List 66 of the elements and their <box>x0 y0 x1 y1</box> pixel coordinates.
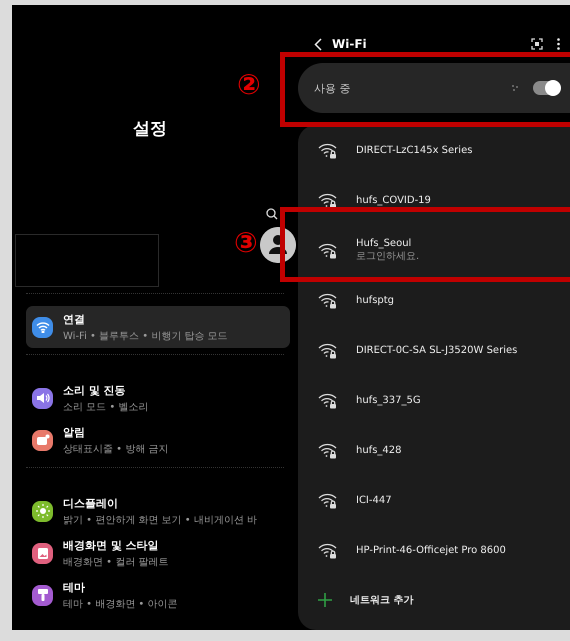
settings-menu-item[interactable]: 소리 및 진동 소리 모드 • 벨소리 <box>26 377 290 419</box>
network-name: DIRECT-0C-SA SL-J3520W Series <box>356 344 518 356</box>
item-subtitle: 배경화면 • 컬러 팔레트 <box>63 556 168 568</box>
brush-icon <box>36 588 48 602</box>
wifi-icon <box>36 321 50 333</box>
item-title: 배경화면 및 스타일 <box>63 538 160 552</box>
item-title: 소리 및 진동 <box>63 382 127 398</box>
wifi-lock-icon <box>318 342 338 358</box>
item-title: 디스플레이 <box>63 496 119 510</box>
page-title: 설정 <box>133 118 167 140</box>
network-item[interactable]: hufs_COVID-19 <box>298 175 570 225</box>
network-name: hufs_337_5G <box>356 394 421 406</box>
network-item[interactable]: DIRECT-LzC145x Series <box>298 125 570 175</box>
picture-icon <box>36 546 48 560</box>
dots-icon[interactable] <box>511 84 519 92</box>
item-title: 알림 <box>63 424 86 440</box>
wifi-lock-icon <box>318 242 338 258</box>
network-item[interactable]: HP-Print-46-Officejet Pro 8600 <box>298 525 570 575</box>
wifi-lock-icon <box>318 492 338 508</box>
item-subtitle: 상태표시줄 • 방해 금지 <box>63 442 168 456</box>
item-subtitle: 밝기 • 편안하게 화면 보기 • 내비게이션 바 <box>63 514 258 526</box>
network-name: HP-Print-46-Officejet Pro 8600 <box>356 544 506 556</box>
wifi-lock-icon <box>318 292 338 308</box>
wifi-lock-icon <box>318 442 338 458</box>
network-name: hufs_428 <box>356 444 402 456</box>
item-title: 테마 <box>63 580 86 594</box>
wifi-lock-icon <box>318 192 338 208</box>
network-name: hufsptg <box>356 294 394 306</box>
item-subtitle: 테마 • 배경화면 • 아이콘 <box>63 598 178 610</box>
network-item[interactable]: hufsptg <box>298 275 570 325</box>
back-icon[interactable] <box>314 38 322 50</box>
wifi-lock-icon <box>318 142 338 158</box>
search-icon[interactable] <box>266 208 278 220</box>
network-item[interactable]: Hufs_Seoul 로그인하세요. <box>298 225 570 275</box>
network-name: ICI-447 <box>356 494 392 506</box>
item-subtitle: Wi-Fi • 블루투스 • 비행기 탑승 모드 <box>63 330 228 342</box>
more-icon[interactable] <box>557 38 560 50</box>
network-name: DIRECT-LzC145x Series <box>356 144 472 156</box>
settings-menu-item[interactable]: 테마 테마 • 배경화면 • 아이콘 <box>26 574 290 616</box>
network-item[interactable]: ICI-447 <box>298 475 570 525</box>
wifi-status-label: 사용 중 <box>314 80 350 96</box>
speaker-icon <box>36 392 50 404</box>
wifi-switch[interactable] <box>533 81 560 95</box>
settings-menu-item[interactable]: 배경화면 및 스타일 배경화면 • 컬러 팔레트 <box>26 532 290 574</box>
wifi-lock-icon <box>318 392 338 408</box>
item-title: 연결 <box>63 312 86 326</box>
network-name: Hufs_Seoul <box>356 238 412 248</box>
item-subtitle: 소리 모드 • 벨소리 <box>63 400 148 414</box>
network-status: 로그인하세요. <box>356 250 420 262</box>
annotation-number: ③ <box>234 228 258 258</box>
wifi-lock-icon <box>318 542 338 558</box>
network-name: hufs_COVID-19 <box>356 194 431 206</box>
plus-icon <box>318 593 332 607</box>
network-item[interactable]: hufs_428 <box>298 425 570 475</box>
annotation-number: ② <box>237 70 261 100</box>
network-item[interactable]: DIRECT-0C-SA SL-J3520W Series <box>298 325 570 375</box>
notification-icon <box>36 434 50 446</box>
add-network-label: 네트워크 추가 <box>350 594 414 607</box>
sun-icon <box>36 504 50 518</box>
qr-scan-icon[interactable] <box>531 38 543 50</box>
settings-menu-item[interactable]: 디스플레이 밝기 • 편안하게 화면 보기 • 내비게이션 바 <box>26 490 290 532</box>
network-item[interactable]: hufs_337_5G <box>298 375 570 425</box>
wifi-title: Wi-Fi <box>332 37 367 51</box>
add-network-item[interactable]: 네트워크 추가 <box>298 575 570 625</box>
settings-menu-item[interactable]: 연결 Wi-Fi • 블루투스 • 비행기 탑승 모드 <box>26 306 290 348</box>
settings-menu-item[interactable]: 알림 상태표시줄 • 방해 금지 <box>26 419 290 461</box>
